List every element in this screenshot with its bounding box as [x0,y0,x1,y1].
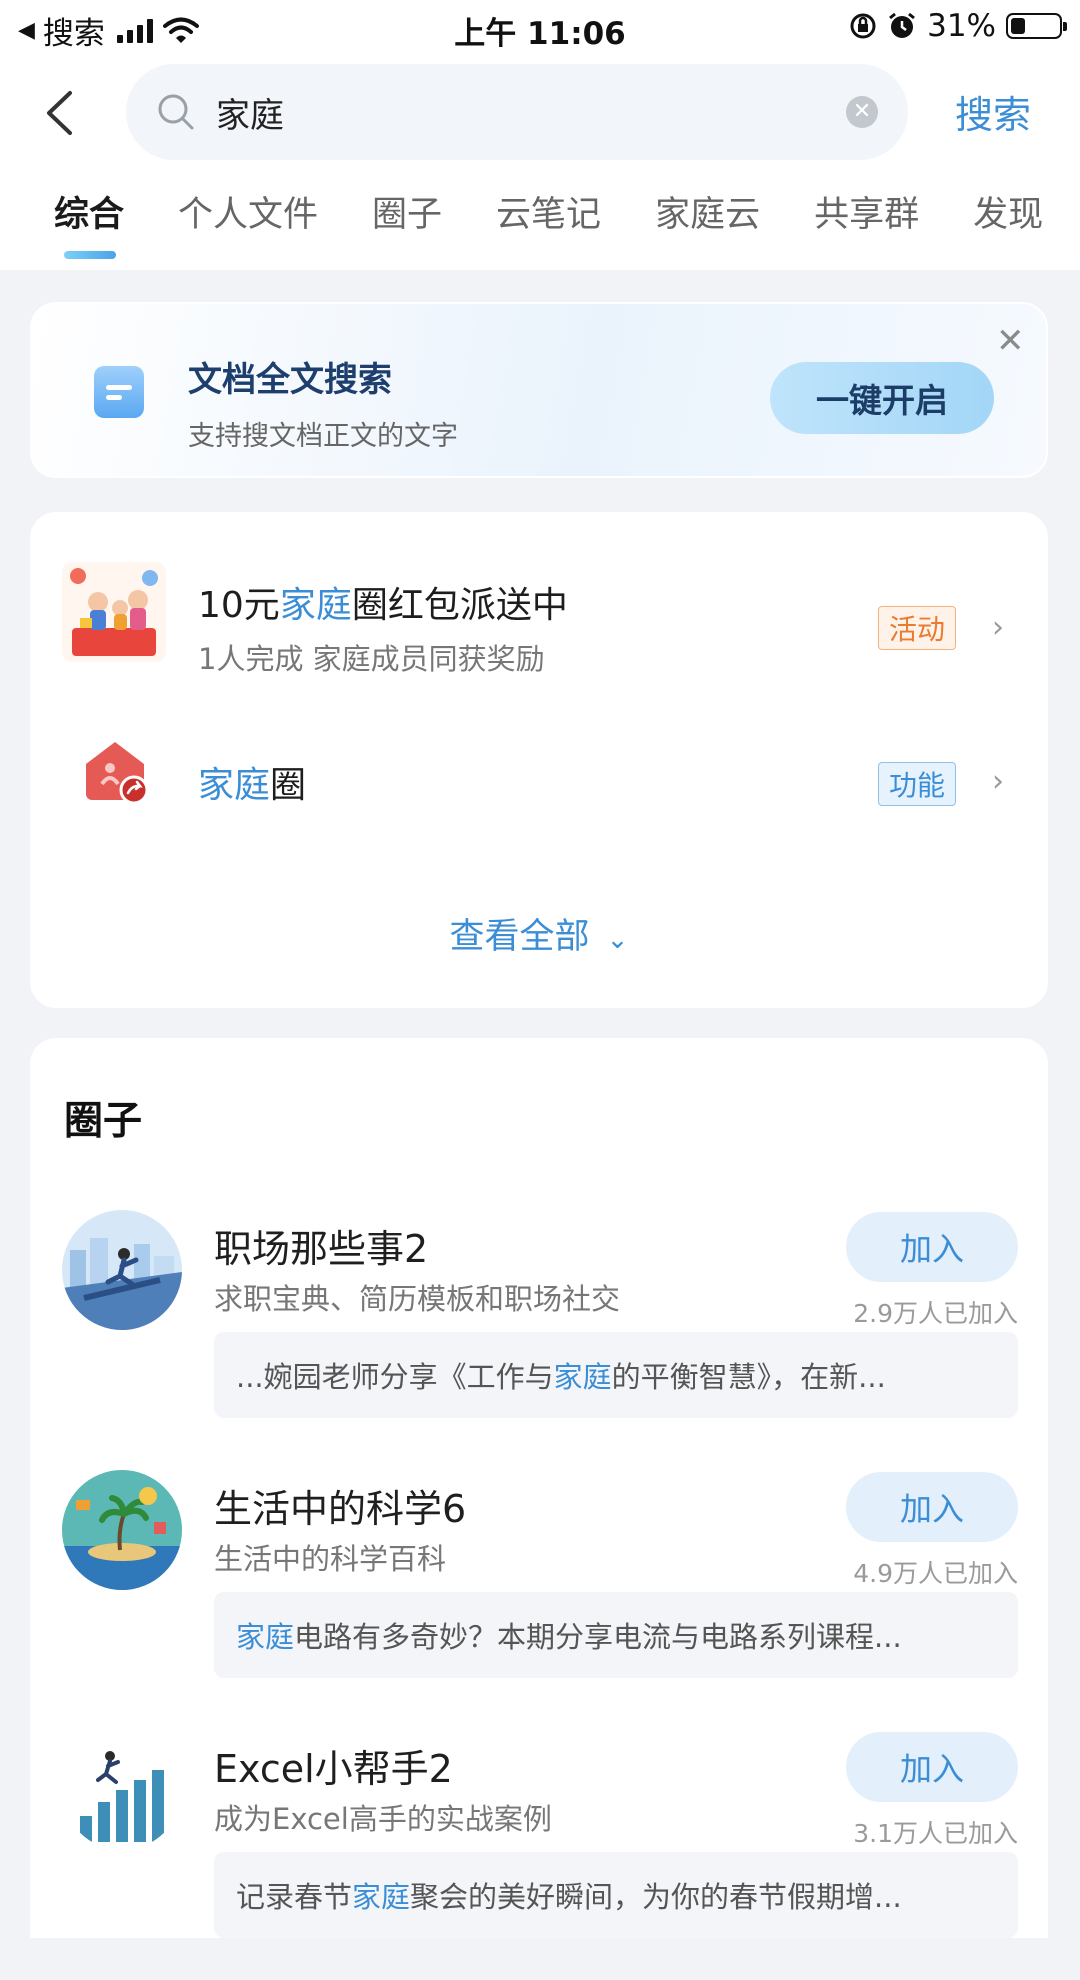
search-header: 家庭 ✕ 搜索 综合 个人文件 圈子 云笔记 家庭云 共享群 发现 [0,54,1080,270]
tab-circles[interactable]: 圈子 [372,186,442,237]
status-bar: ◀ 搜索 上午 11:06 31% [0,0,1080,54]
activity-tag: 活动 [878,606,957,650]
wifi-icon [162,17,199,43]
view-all-link[interactable]: 查看全部 ⌄ [30,908,1048,959]
member-count: 4.9万人已加入 [853,1559,1018,1588]
snippet-highlight: 家庭 [553,1360,612,1394]
tab-discover[interactable]: 发现 [973,186,1043,237]
snippet-post: 的平衡智慧》，在新... [611,1360,886,1394]
circle-snippet[interactable]: ...婉园老师分享《工作与 家庭 的平衡智慧》，在新... [214,1332,1018,1418]
circle-description: 求职宝典、简历模板和职场社交 [214,1282,621,1316]
search-query[interactable]: 家庭 [216,88,846,137]
promo-subtitle: 1人完成 家庭成员同获奖励 [198,642,545,676]
alarm-icon [889,12,916,38]
snippet-post: 电路有多奇妙？本期分享电流与电路系列课程... [294,1620,902,1654]
list-item-family-circle[interactable]: 家庭圈 功能 › [30,708,1048,848]
snippet-highlight: 家庭 [236,1620,295,1654]
circle-avatar-excel [62,1730,182,1850]
function-results-card: 10元家庭圈红包派送中 1人完成 家庭成员同获奖励 活动 › 家庭圈 功能 › … [30,512,1048,1008]
circle-description: 生活中的科学百科 [214,1542,447,1576]
cellular-signal-icon [116,18,153,43]
join-button[interactable]: 加入 [846,1212,1018,1282]
circle-snippet[interactable]: 家庭 电路有多奇妙？本期分享电流与电路系列课程... [214,1592,1018,1678]
search-input[interactable]: 家庭 ✕ [126,64,908,160]
snippet-highlight: 家庭 [352,1880,411,1914]
circle-snippet[interactable]: 记录春节 家庭 聚会的美好瞬间，为你的春节假期增... [214,1852,1018,1938]
tab-personal-files[interactable]: 个人文件 [178,186,318,237]
section-title: 圈子 [64,1099,143,1144]
chevron-left-icon [47,91,72,135]
status-back-app-label: 搜索 [42,16,105,52]
document-icon [94,366,144,418]
circle-item[interactable]: Excel小帮手2 成为Excel高手的实战案例 加入 3.1万人已加入 记录春… [30,1730,1048,1980]
snippet-pre: ...婉园老师分享《工作与 [236,1360,554,1394]
rotation-lock-icon [850,13,876,39]
tab-all[interactable]: 综合 [54,186,124,259]
join-button[interactable]: 加入 [846,1732,1018,1802]
circle-item[interactable]: 生活中的科学6 生活中的科学百科 加入 4.9万人已加入 家庭 电路有多奇妙？本期… [30,1470,1048,1720]
battery-fill [1011,18,1026,34]
back-button[interactable] [34,84,84,142]
doc-banner-subtitle: 支持搜文档正文的文字 [188,421,458,452]
tab-cloud-notes[interactable]: 云笔记 [496,186,601,237]
tab-bar: 综合 个人文件 圈子 云笔记 家庭云 共享群 发现 [0,186,1080,270]
join-button[interactable]: 加入 [846,1472,1018,1542]
family-circle-title-post: 圈 [270,765,307,806]
tab-family-cloud[interactable]: 家庭云 [655,186,760,237]
close-icon[interactable]: ✕ [996,324,1025,358]
promo-title: 10元家庭圈红包派送中 [198,576,568,628]
circle-item[interactable]: 职场那些事2 求职宝典、简历模板和职场社交 加入 2.9万人已加入 ...婉园老… [30,1210,1048,1460]
status-back-to-app[interactable]: ◀ 搜索 [18,8,199,53]
family-circle-title-highlight: 家庭 [198,765,271,806]
family-circle-house-icon [86,742,149,805]
search-button[interactable]: 搜索 [955,84,1031,139]
family-circle-title: 家庭圈 [198,756,306,808]
search-icon [158,94,194,130]
view-all-label: 查看全部 [449,917,590,957]
doc-search-banner: 文档全文搜索 支持搜文档正文的文字 一键开启 ✕ [30,302,1048,478]
doc-banner-title: 文档全文搜索 [188,360,392,400]
circle-name: Excel小帮手2 [214,1747,453,1791]
circle-avatar-science [62,1470,182,1590]
chevron-right-icon: › [992,610,1004,645]
snippet-post: 聚会的美好瞬间，为你的春节假期增... [410,1880,902,1914]
enable-button[interactable]: 一键开启 [770,362,994,434]
member-count: 2.9万人已加入 [853,1299,1018,1328]
feature-tag: 功能 [878,762,957,806]
circles-section: 圈子 职场那些事2 求职宝典、简历模板和职场社交 加入 2.9万人已加入 ...… [30,1038,1048,1938]
snippet-pre: 记录春节 [236,1880,353,1914]
circle-name: 生活中的科学6 [214,1487,467,1531]
chevron-down-icon: ⌄ [606,925,629,955]
clear-icon[interactable]: ✕ [846,96,878,128]
list-item-red-packet-promo[interactable]: 10元家庭圈红包派送中 1人完成 家庭成员同获奖励 活动 › [30,540,1048,680]
promo-title-post: 圈红包派送中 [351,585,568,626]
circle-name: 职场那些事2 [214,1227,429,1271]
member-count: 3.1万人已加入 [853,1819,1018,1848]
back-triangle-icon: ◀ [18,18,35,43]
promo-title-pre: 10元 [198,585,280,626]
tab-shared-groups[interactable]: 共享群 [814,186,919,237]
circle-avatar-workplace [62,1210,182,1330]
chevron-right-icon: › [992,764,1004,799]
battery-percent: 31% [927,8,996,44]
circle-description: 成为Excel高手的实战案例 [214,1802,552,1836]
red-packet-promo-image [62,562,166,662]
battery-icon [1006,13,1067,39]
promo-title-highlight: 家庭 [279,585,352,626]
